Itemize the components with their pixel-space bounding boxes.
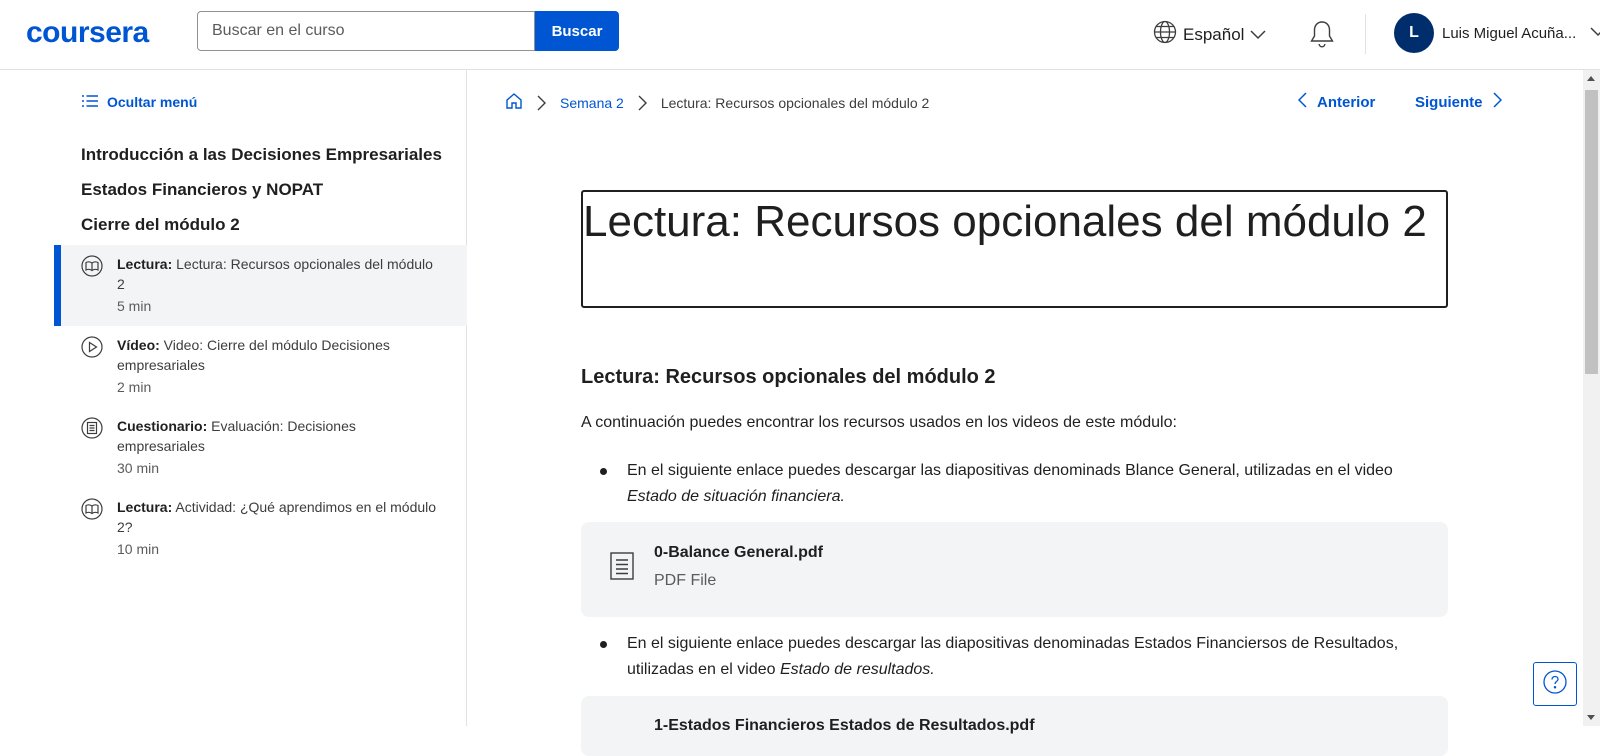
list-icon: [82, 94, 98, 110]
header-divider: [1365, 14, 1366, 54]
sidebar-item-title: Lectura: Actividad: ¿Qué aprendimos en e…: [117, 499, 437, 535]
hide-menu-label: Ocultar menú: [107, 94, 198, 110]
sidebar-item-video-cierre[interactable]: Vídeo: Video: Cierre del módulo Decision…: [54, 326, 467, 406]
top-header: coursera Buscar Español L Luis Miguel Ac…: [0, 0, 1600, 70]
chevron-down-icon: [1590, 24, 1600, 42]
document-icon: [610, 552, 634, 585]
chevron-right-icon: [537, 95, 546, 111]
next-label: Siguiente: [1415, 93, 1483, 111]
search-button[interactable]: Buscar: [535, 11, 619, 51]
previous-button[interactable]: Anterior: [1297, 92, 1376, 112]
search-bar: Buscar: [197, 11, 619, 51]
module-title[interactable]: Estados Financieros y NOPAT: [81, 180, 323, 200]
sidebar-item-title: Cuestionario: Evaluación: Decisiones emp…: [117, 418, 356, 454]
list-item: En el siguiente enlace puedes descargar …: [600, 458, 1437, 510]
quiz-icon: [81, 417, 103, 444]
book-icon: [81, 255, 103, 282]
file-type: PDF File: [654, 572, 717, 589]
sidebar-item-duration: 30 min: [117, 460, 160, 476]
language-selector[interactable]: Español: [1153, 20, 1266, 49]
chevron-down-icon: [1250, 25, 1266, 45]
help-button[interactable]: [1533, 662, 1577, 706]
book-icon: [81, 498, 103, 525]
breadcrumb: Semana 2 Lectura: Recursos opcionales de…: [505, 92, 929, 113]
avatar: L: [1394, 13, 1434, 53]
home-icon[interactable]: [505, 92, 523, 113]
notifications-bell-icon[interactable]: [1309, 20, 1335, 53]
search-input[interactable]: [197, 11, 535, 51]
sidebar-item-duration: 10 min: [117, 541, 160, 557]
intro-paragraph: A continuación puedes encontrar los recu…: [581, 414, 1177, 431]
previous-label: Anterior: [1317, 93, 1376, 111]
question-mark-icon: [1543, 669, 1567, 699]
breadcrumb-current: Lectura: Recursos opcionales del módulo …: [660, 94, 930, 111]
user-name: Luis Miguel Acuña...: [1442, 24, 1577, 42]
file-name[interactable]: 1-Estados Financieros Estados de Resulta…: [654, 717, 1035, 735]
scroll-up-arrow-icon[interactable]: [1587, 76, 1595, 81]
course-sidebar: Ocultar menú Introducción a las Decision…: [0, 70, 467, 726]
list-item: En el siguiente enlace puedes descargar …: [600, 631, 1437, 683]
file-attachment-card[interactable]: 0-Balance General.pdf PDF File: [581, 522, 1448, 617]
globe-icon: [1153, 20, 1177, 49]
language-label: Español: [1183, 24, 1245, 44]
section-heading: Lectura: Recursos opcionales del módulo …: [581, 366, 996, 388]
chevron-left-icon: [1297, 92, 1307, 112]
module-title[interactable]: Cierre del módulo 2: [81, 215, 240, 235]
page-title: Lectura: Recursos opcionales del módulo …: [581, 190, 1448, 308]
scrollbar-thumb[interactable]: [1585, 90, 1598, 374]
coursera-logo[interactable]: coursera: [26, 16, 149, 50]
sidebar-item-actividad[interactable]: Lectura: Actividad: ¿Qué aprendimos en e…: [54, 488, 467, 568]
next-button[interactable]: Siguiente: [1415, 92, 1502, 112]
sidebar-item-title: Lectura: Lectura: Recursos opcionales de…: [117, 256, 433, 292]
sidebar-item-duration: 2 min: [117, 379, 152, 395]
file-attachment-card[interactable]: 1-Estados Financieros Estados de Resulta…: [581, 696, 1448, 756]
play-icon: [81, 336, 103, 363]
hide-menu-button[interactable]: Ocultar menú: [82, 94, 197, 110]
sidebar-item-duration: 5 min: [117, 298, 152, 314]
chevron-right-icon: [1492, 92, 1502, 112]
sidebar-item-cuestionario[interactable]: Cuestionario: Evaluación: Decisiones emp…: [54, 407, 467, 487]
user-menu[interactable]: L Luis Miguel Acuña...: [1394, 13, 1600, 53]
chevron-right-icon: [638, 95, 647, 111]
file-name[interactable]: 0-Balance General.pdf: [654, 544, 823, 562]
scroll-down-arrow-icon[interactable]: [1587, 715, 1595, 720]
scrollbar[interactable]: [1583, 70, 1600, 726]
sidebar-item-lectura-recursos[interactable]: Lectura: Lectura: Recursos opcionales de…: [54, 245, 467, 326]
breadcrumb-week-link[interactable]: Semana 2: [560, 95, 624, 111]
module-title[interactable]: Introducción a las Decisiones Empresaria…: [81, 145, 442, 165]
sidebar-item-title: Vídeo: Video: Cierre del módulo Decision…: [117, 337, 390, 373]
